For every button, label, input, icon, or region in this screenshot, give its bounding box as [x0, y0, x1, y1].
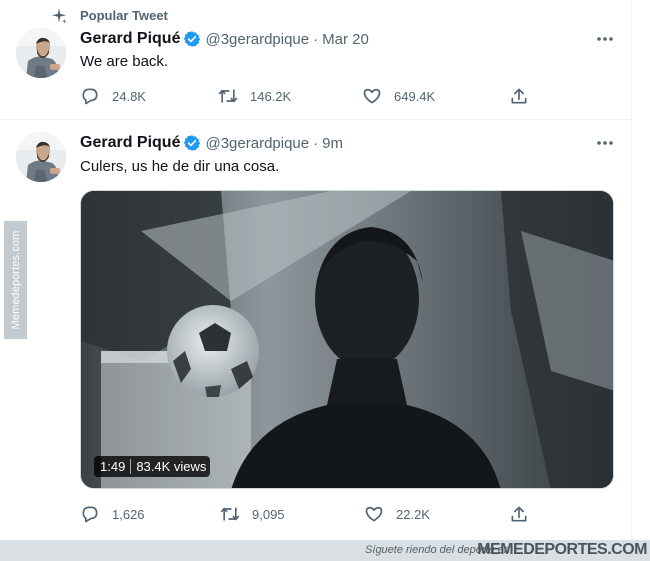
tweet[interactable]: Gerard Piqué @3gerardpique · Mar 20 We a… [0, 0, 632, 120]
retweet-button[interactable]: 9,095 [220, 503, 285, 525]
like-button[interactable]: 22.2K [364, 503, 430, 525]
like-count: 649.4K [394, 88, 436, 104]
user-handle[interactable]: @3gerardpique [205, 31, 309, 48]
footer-brand: MEMEDEPORTES.COM [477, 541, 647, 558]
more-options-icon[interactable] [594, 134, 616, 152]
display-name[interactable]: Gerard Piqué [80, 30, 180, 48]
retweet-icon [218, 89, 238, 103]
video-player[interactable]: 1:49 83.4K views [80, 190, 614, 489]
reply-button[interactable]: 24.8K [80, 85, 146, 107]
reply-icon [82, 506, 98, 523]
side-watermark: Memedeportes.com [4, 221, 27, 339]
tweet-header: Gerard Piqué @3gerardpique · 9m [80, 132, 343, 154]
share-icon [511, 88, 527, 104]
tweet-text: We are back. [80, 53, 169, 70]
reply-count: 1,626 [112, 506, 145, 522]
verified-badge-icon [184, 135, 201, 151]
reply-count: 24.8K [112, 88, 146, 104]
user-handle[interactable]: @3gerardpique [205, 135, 309, 152]
video-views: 83.4K views [136, 459, 207, 474]
display-name[interactable]: Gerard Piqué [80, 134, 180, 152]
video-info-badge: 1:49 83.4K views [94, 456, 211, 477]
share-button[interactable] [509, 503, 541, 525]
video-thumbnail [81, 191, 613, 488]
heart-icon [363, 88, 381, 104]
like-count: 22.2K [396, 506, 430, 522]
like-button[interactable]: 649.4K [362, 85, 435, 107]
share-button[interactable] [509, 85, 541, 107]
tweet-text: Culers, us he de dir una cosa. [80, 158, 280, 175]
retweet-count: 9,095 [252, 506, 285, 522]
retweet-icon [220, 507, 240, 521]
tweet[interactable]: Gerard Piqué @3gerardpique · 9m Culers, … [0, 120, 632, 540]
share-icon [511, 506, 527, 522]
separator-dot: · [313, 134, 319, 152]
reply-button[interactable]: 1,626 [80, 503, 145, 525]
tweet-actions: 1,626 9,095 22.2K [80, 503, 550, 525]
tweet-actions: 24.8K 146.2K 649.4K [80, 85, 550, 107]
tweet-header: Gerard Piqué @3gerardpique · Mar 20 [80, 28, 369, 50]
heart-icon [365, 506, 383, 522]
tweet-timestamp[interactable]: 9m [322, 135, 343, 152]
side-watermark-text: Memedeportes.com [9, 230, 22, 330]
more-options-icon[interactable] [594, 30, 616, 48]
separator-dot: · [313, 30, 319, 48]
retweet-button[interactable]: 146.2K [218, 85, 291, 107]
footer-banner: Síguete riendo del deporte en MEMEDEPORT… [0, 540, 650, 561]
video-duration: 1:49 [98, 459, 132, 474]
avatar[interactable] [16, 28, 66, 78]
reply-icon [82, 88, 98, 105]
avatar[interactable] [16, 132, 66, 182]
tweet-timestamp[interactable]: Mar 20 [322, 31, 369, 48]
tweet-feed: Popular Tweet Gerard Piqué @3gerardpique [0, 0, 632, 540]
verified-badge-icon [184, 31, 201, 47]
retweet-count: 146.2K [250, 88, 292, 104]
